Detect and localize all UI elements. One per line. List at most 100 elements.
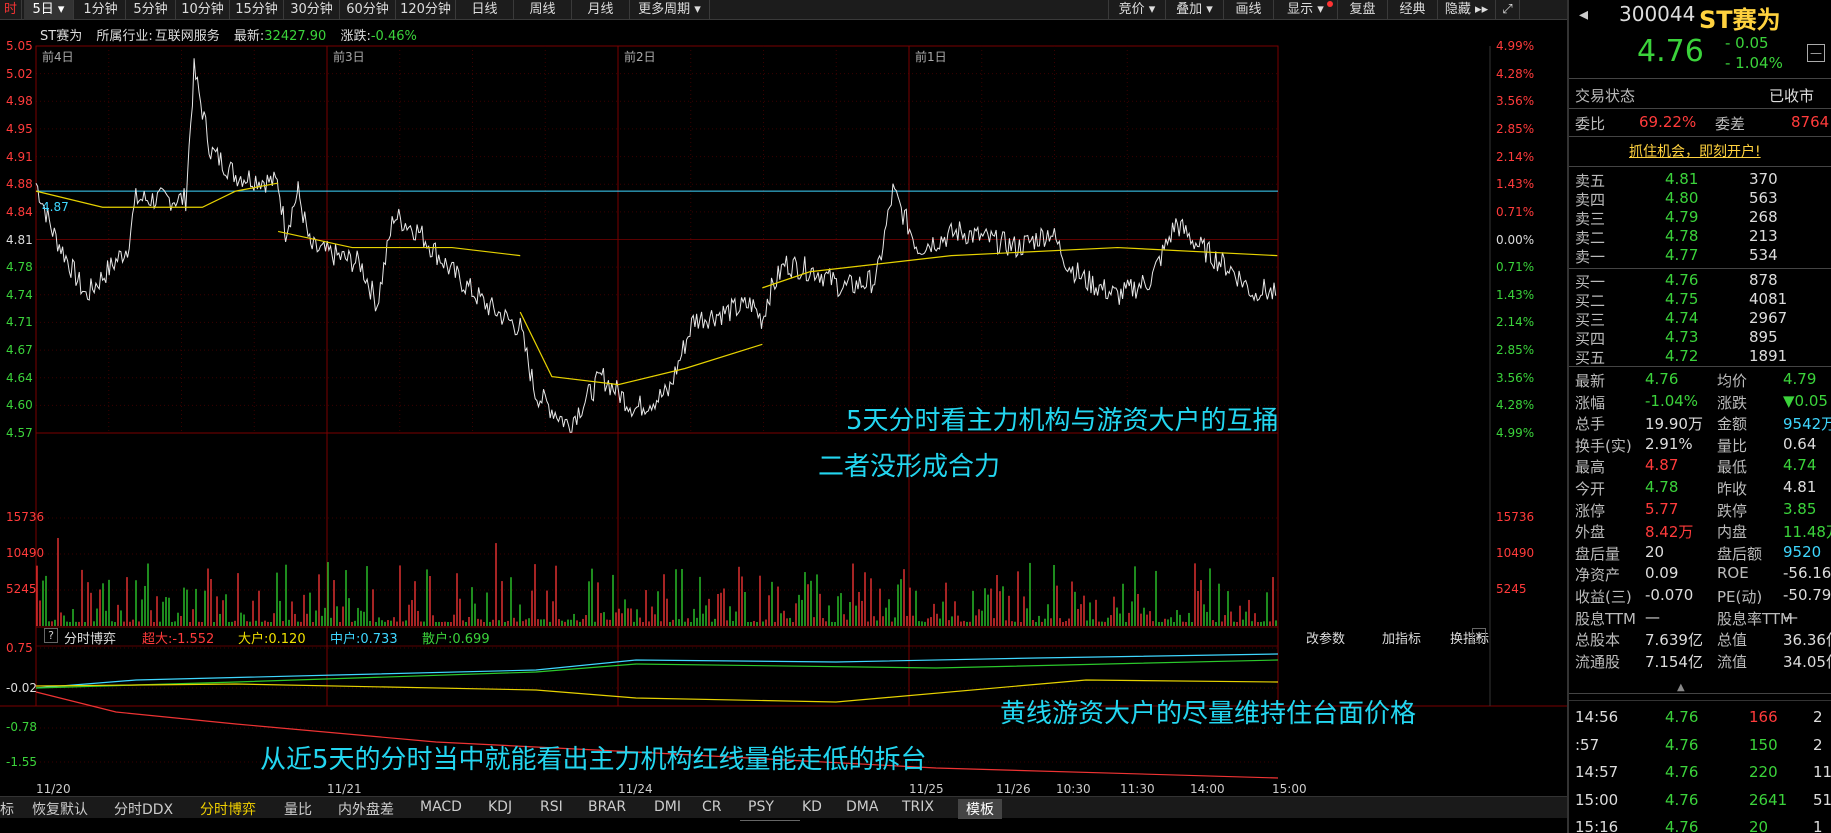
quote-cell: 4.79 [1783,370,1817,388]
tab-trix[interactable]: TRIX [902,799,934,815]
quote-cell: 买一 [1575,273,1606,291]
quote-cell: 7.154亿 [1645,652,1703,671]
weicha-label: 委差 [1715,115,1746,133]
stock-code: 300044 [1619,2,1696,26]
help-icon[interactable]: ? [44,628,58,643]
time-label: 10:30 [1056,782,1091,796]
annotation-3: 黄线游资大户的尽量维持住台面价格 [1000,699,1417,729]
quote-cell: 4.76 [1665,818,1699,833]
quote-cell: 51 [1813,790,1831,809]
quote-row: 14:57 4.76 220 11 [1569,763,1831,783]
quote-stock-name: ST赛为 [1699,6,1781,34]
tab-brar[interactable]: BRAR [588,799,626,815]
quote-cell: 4.87 [1645,456,1679,475]
annotation-2: 二者没形成合力 [818,452,1001,482]
quote-row: 买一 4.76 878 [1569,271,1831,291]
quote-cell: 268 [1749,208,1778,226]
edit-params-button[interactable]: 改参数 [1306,628,1345,647]
time-label: 11/25 [909,782,944,796]
quote-row: 买三 4.74 2967 [1569,309,1831,329]
tab-volume-ratio[interactable]: 量比 [284,799,312,819]
quote-cell: 买四 [1575,330,1606,348]
add-indicator-button[interactable]: 加指标 [1382,628,1421,647]
indicator-axis-2: -0.78 [6,720,38,734]
tab-reset-default[interactable]: 恢复默认 [32,799,88,819]
quote-cell: 卖一 [1575,248,1606,266]
tab-dma[interactable]: DMA [846,799,878,815]
tab-dmi[interactable]: DMI [654,799,681,815]
quote-cell: 11.48万 [1783,523,1831,542]
quote-cell: 2641 [1749,790,1788,809]
quote-row: 股息TTM — 股息率TTM — [1569,608,1831,628]
price-tick: 5.05 [6,39,33,53]
tab-macd[interactable]: MACD [420,799,462,815]
tab-kdj[interactable]: KDJ [488,799,512,815]
pct-tick: 2.14% [1496,149,1535,164]
quote-cell: 股息TTM [1575,609,1637,628]
big-holder-value: 大户:0.120 [238,632,306,647]
price-tick: 4.67 [6,343,33,358]
quote-cell: 今开 [1575,480,1606,498]
quote-cell: 1 [1813,818,1823,833]
pct-tick: 2.14% [1496,315,1535,330]
quote-cell: 534 [1749,246,1778,264]
quote-cell: -50.79 [1783,586,1831,604]
quote-cell: 4.81 [1783,478,1817,496]
quote-cell: 金额 [1717,415,1748,434]
tab-ddx[interactable]: 分时DDX [114,799,173,819]
volume-axis-max: 15736 [6,510,45,524]
quote-cell: ROE [1717,564,1749,583]
quote-row: 买二 4.75 4081 [1569,290,1831,310]
quote-cell: 4.76 [1645,370,1679,388]
tab-psy[interactable]: PSY [748,799,774,815]
annotation-1: 5天分时看主力机构与游资大户的互捅 [846,406,1279,436]
pct-tick: 3.56% [1496,370,1535,385]
scroll-handle[interactable] [740,820,800,826]
tab-inner-outer[interactable]: 内外盘差 [338,799,394,819]
quote-cell: 4.76 [1665,735,1699,754]
quote-cell: 盘后量 [1575,544,1621,563]
quote-cell: 卖四 [1575,191,1606,209]
quote-cell: 总股本 [1575,631,1621,650]
quote-cell: 4.80 [1665,189,1699,207]
quote-cell: 总手 [1575,415,1606,434]
pct-tick: 4.99% [1496,39,1535,53]
quote-cell: 0.64 [1783,434,1817,453]
quote-cell: 5.77 [1645,499,1679,518]
quote-row: 流通股 7.154亿流值 34.05亿 [1569,651,1831,671]
tab-template[interactable]: 模板 [958,799,1002,819]
quote-cell: 4.75 [1665,290,1699,308]
quote-cell: 563 [1749,189,1778,207]
close-icon[interactable]: × [1472,628,1486,643]
ref-price-label: 4.87 [42,200,69,214]
price-tick: 4.81 [6,232,33,247]
open-account-link[interactable]: 抓住机会，即刻开户! [1629,141,1761,161]
quote-row: 今开 4.78 昨收 4.81 [1569,478,1831,498]
quote-cell: 213 [1749,227,1778,245]
collapse-icon[interactable]: ▲ [1677,682,1685,693]
quote-cell: 2 [1813,735,1823,754]
tab-indicator-prefix[interactable]: 标 [0,799,14,819]
minimize-icon[interactable]: — [1807,44,1825,62]
quote-cell: 涨幅 [1575,393,1606,412]
quote-cell: 跌停 [1717,501,1748,520]
quote-cell: 外盘 [1575,523,1606,542]
quote-row: 卖一 4.77 534 [1569,246,1831,266]
quote-cell: 0.09 [1645,564,1679,583]
quote-cell: — [1783,607,1798,626]
chart-area[interactable] [0,0,1567,796]
quote-cell: 166 [1749,708,1778,726]
pct-tick: 4.28% [1496,398,1535,413]
tab-cr[interactable]: CR [702,799,722,815]
tab-rsi[interactable]: RSI [540,799,563,815]
quote-row: 最新 4.76 均价 4.79 [1569,370,1831,390]
quote-cell: 4.78 [1645,478,1679,496]
prev-stock-icon[interactable]: ◂ [1579,4,1588,25]
status-label: 交易状态 [1575,87,1636,105]
quote-cell: 最低 [1717,458,1748,477]
tab-game[interactable]: 分时博弈 [200,799,256,819]
quote-cell: 4.76 [1665,271,1699,289]
tab-kd[interactable]: KD [802,799,822,815]
pct-tick: 4.28% [1496,66,1535,81]
quote-row: 总手 19.90万 金额 9542万 [1569,413,1831,433]
